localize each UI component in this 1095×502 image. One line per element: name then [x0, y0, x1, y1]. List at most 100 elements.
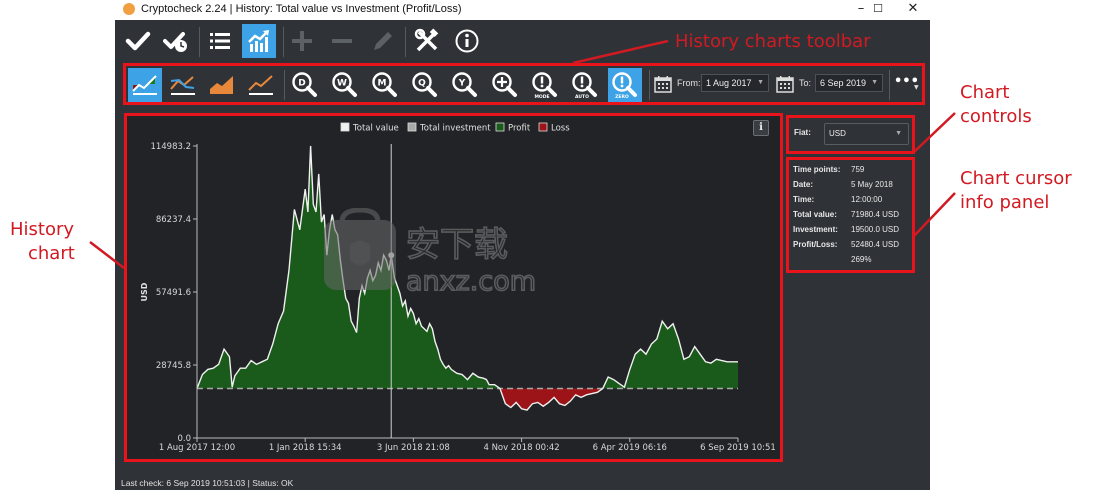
- magnifier-icon: MODE: [532, 72, 557, 100]
- cursor-info-value: 19500.0 USD: [851, 225, 900, 234]
- annotation-cursor-info-line1: Chart cursor: [960, 168, 1072, 189]
- tools-icon: [414, 28, 439, 52]
- cursor-info-key: Total value:: [793, 210, 837, 219]
- legend-label: Total value: [352, 124, 399, 134]
- app-logo-icon: [123, 3, 135, 15]
- cursor-info-value: 52480.4 USD: [851, 240, 900, 249]
- more-options-button[interactable]: ••• ▼: [894, 74, 919, 91]
- list-icon: [210, 33, 230, 49]
- legend-label: Total investment: [419, 124, 491, 134]
- toolbar-separator: [889, 70, 890, 100]
- chart-info-button[interactable]: i: [753, 120, 769, 136]
- zoom-day-button[interactable]: D: [288, 68, 322, 102]
- magnifier-icon: [492, 72, 517, 97]
- legend-swatch: [340, 122, 350, 132]
- annotation-history-chart-line1: History: [10, 219, 75, 240]
- calendar-icon[interactable]: [654, 75, 672, 97]
- toolbar-separator: [284, 70, 285, 100]
- to-date-picker[interactable]: 6 Sep 2019 ▼: [815, 74, 883, 92]
- zoom-auto-button[interactable]: AUTO: [568, 68, 602, 102]
- cursor-info-key: Time points:: [793, 165, 841, 174]
- add-button[interactable]: [285, 24, 319, 58]
- check-clock-button[interactable]: [159, 24, 193, 58]
- zoom-letter: W: [337, 79, 347, 89]
- to-date-value: 6 Sep 2019: [820, 78, 867, 88]
- zoom-month-button[interactable]: M: [368, 68, 402, 102]
- compare-chart-button[interactable]: [166, 68, 200, 102]
- calendar-icon[interactable]: [776, 75, 794, 97]
- line-chart-button[interactable]: [244, 68, 278, 102]
- title-bar: Cryptocheck 2.24 | History: Total value …: [115, 0, 930, 20]
- chevron-down-icon: ▼: [871, 79, 878, 86]
- window-title: Cryptocheck 2.24 | History: Total value …: [141, 3, 462, 15]
- magnifier-icon: AUTO: [572, 72, 597, 100]
- toolbar-separator: [649, 70, 650, 100]
- legend-label: Profit: [508, 124, 531, 134]
- info-button[interactable]: [450, 24, 484, 58]
- tools-button[interactable]: [410, 24, 444, 58]
- zoom-year-button[interactable]: Y: [448, 68, 482, 102]
- fiat-select[interactable]: USD ▼: [824, 123, 909, 145]
- info-icon: [455, 29, 479, 53]
- check-clock-icon: [163, 32, 187, 52]
- watermark-en: anxz.com: [406, 266, 536, 297]
- close-button[interactable]: ✕: [896, 0, 930, 20]
- zoom-in-button[interactable]: [488, 68, 522, 102]
- zoom-mode-button[interactable]: MODE: [528, 68, 562, 102]
- cursor-info-key: Date:: [793, 180, 814, 189]
- profit-loss-chart-button[interactable]: [128, 68, 162, 102]
- x-tick-label: 6 Apr 2019 06:16: [593, 443, 667, 453]
- cursor-info-key: Time:: [793, 195, 815, 204]
- annotation-chart-controls-line2: controls: [960, 106, 1032, 127]
- x-tick-label: 1 Jan 2018 15:34: [269, 443, 342, 453]
- list-button[interactable]: [203, 24, 237, 58]
- maximize-button[interactable]: ☐: [861, 0, 895, 20]
- line-chart-icon: [248, 75, 273, 95]
- zoom-zero-button[interactable]: ZERO: [608, 68, 642, 102]
- zoom-sublabel: MODE: [534, 94, 549, 100]
- cursor-info-value: 71980.4 USD: [851, 210, 900, 219]
- zoom-quarter-button[interactable]: Q: [408, 68, 442, 102]
- legend-label: Loss: [551, 124, 570, 134]
- cursor-info-row: Profit/Loss: 52480.4 USD: [793, 240, 899, 249]
- from-date-picker[interactable]: 1 Aug 2017 ▼: [701, 74, 769, 92]
- chart-icon: [248, 30, 269, 52]
- annotation-cursor-info-line2: info panel: [960, 192, 1050, 213]
- compare-chart-icon: [170, 76, 195, 95]
- history-chart-button[interactable]: [242, 24, 276, 58]
- zoom-letter: M: [378, 79, 387, 89]
- toolbar-separator: [283, 27, 284, 57]
- legend-swatch: [407, 122, 417, 132]
- watermark-cn: 安下载: [406, 225, 508, 265]
- check-button[interactable]: [121, 24, 155, 58]
- area-chart-icon: [210, 76, 233, 94]
- magnifier-icon: Y: [452, 72, 477, 97]
- magnifier-icon: M: [372, 72, 397, 97]
- chart-controls: Fiat: USD ▼: [786, 115, 915, 154]
- magnifier-icon: D: [292, 72, 317, 97]
- cursor-info-row: Time: 12:00:00: [793, 195, 882, 204]
- loss-area: [197, 388, 738, 411]
- y-axis-label: USD: [140, 282, 149, 301]
- fiat-label: Fiat:: [794, 128, 811, 137]
- zoom-week-button[interactable]: W: [328, 68, 362, 102]
- cursor-info-row: Time points: 759: [793, 165, 864, 174]
- x-tick-label: 3 Jun 2018 21:08: [377, 443, 450, 453]
- chevron-down-icon: ▼: [895, 130, 902, 137]
- remove-button[interactable]: [325, 24, 359, 58]
- toolbar-separator: [405, 27, 406, 57]
- area-chart-button[interactable]: [205, 68, 239, 102]
- cursor-info-value: 5 May 2018: [851, 180, 893, 189]
- edit-button[interactable]: [365, 24, 399, 58]
- chevron-down-icon: ▼: [914, 84, 919, 91]
- cursor-info-row: Date: 5 May 2018: [793, 180, 893, 189]
- zoom-letter: Y: [458, 79, 466, 89]
- cursor-info-row: Total value: 71980.4 USD: [793, 210, 899, 219]
- cursor-info-value: 269%: [851, 255, 872, 264]
- to-label: To:: [799, 78, 812, 88]
- magnifier-icon: Q: [412, 72, 437, 97]
- zoom-sublabel: ZERO: [615, 94, 629, 100]
- checkmark-icon: [125, 31, 151, 51]
- toolbar-separator: [199, 27, 200, 57]
- history-charts-toolbar: From: 1 Aug 2017 ▼ To: 6 Sep 2019 ▼ ••• …: [123, 63, 925, 105]
